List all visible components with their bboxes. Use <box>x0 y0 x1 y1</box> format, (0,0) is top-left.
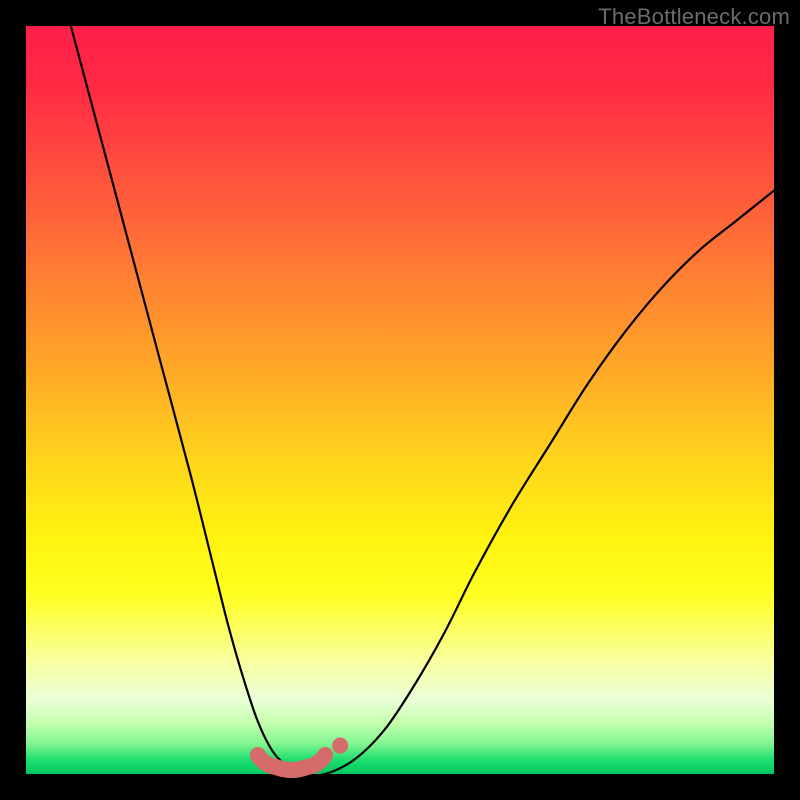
watermark-text: TheBottleneck.com <box>598 4 790 30</box>
bottleneck-curve <box>71 26 774 775</box>
optimal-range-marker <box>258 755 325 770</box>
chart-svg <box>26 26 774 774</box>
chart-plot-area <box>26 26 774 774</box>
isolated-marker-dot <box>332 738 348 754</box>
chart-frame: TheBottleneck.com <box>0 0 800 800</box>
